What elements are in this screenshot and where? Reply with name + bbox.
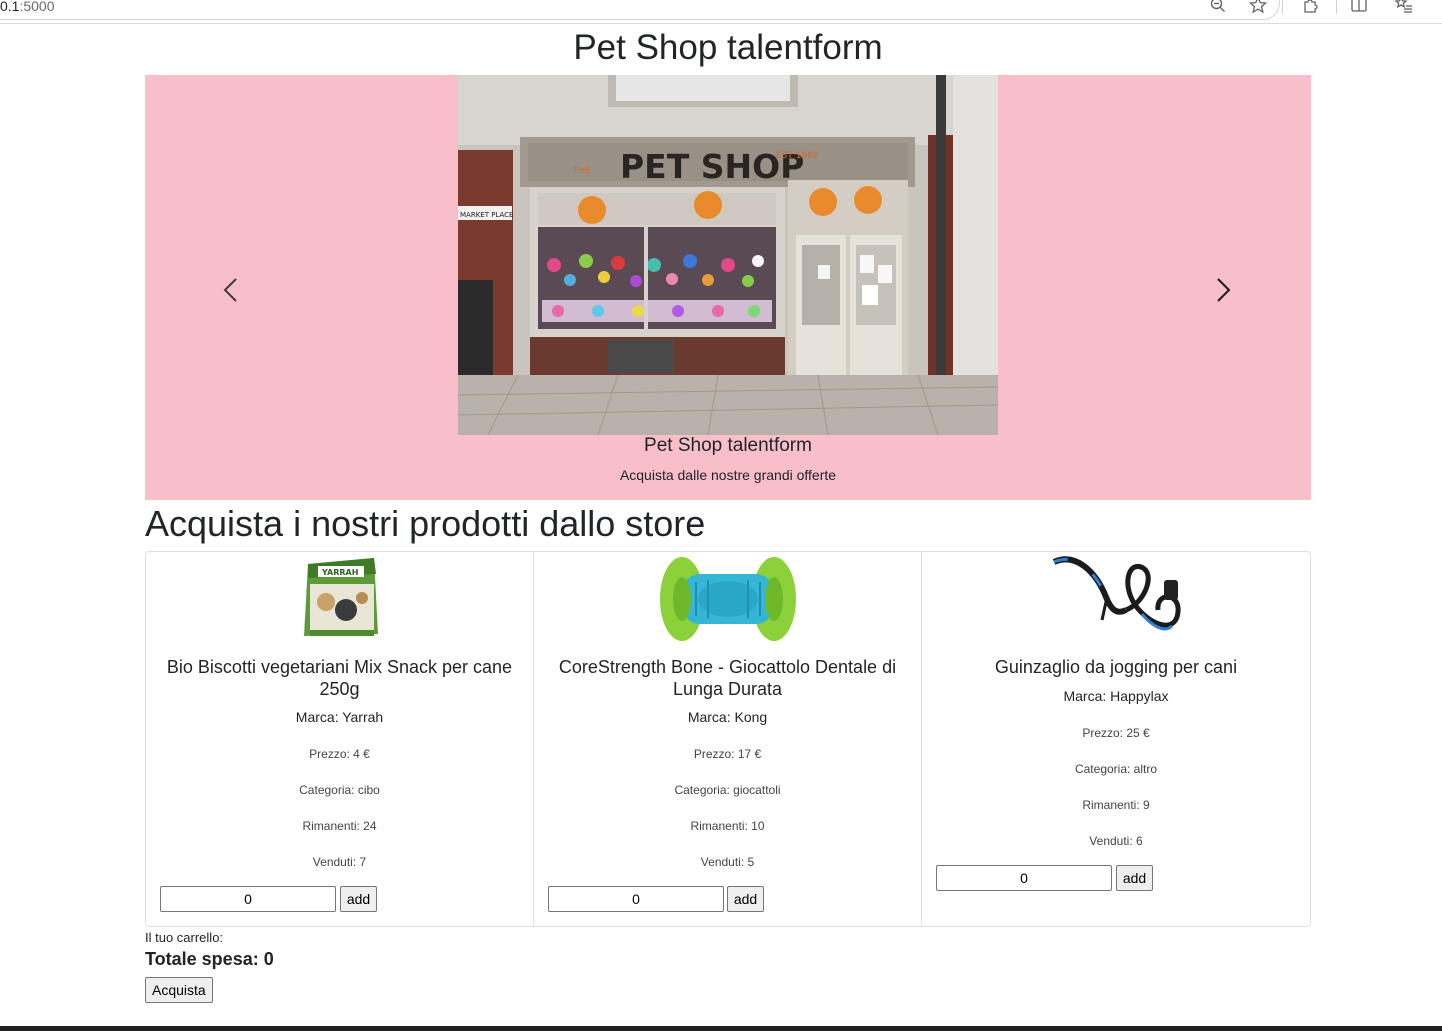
- svg-text:MARKET PLACE: MARKET PLACE: [460, 211, 513, 219]
- product-price: Prezzo: 17 €: [693, 747, 762, 761]
- taskbar-edge: [0, 1026, 1442, 1031]
- address-bar-url[interactable]: 0.1:5000: [0, 0, 55, 14]
- product-card: YARRAH Bio Biscotti vegetariani Mix Snac…: [146, 552, 534, 926]
- shop-front-photo: THE PET SHOP EST 1868 MARKET PLACE: [458, 75, 998, 435]
- hero-carousel: THE PET SHOP EST 1868 MARKET PLACE Pet S…: [145, 75, 1311, 500]
- add-to-cart-button[interactable]: add: [727, 886, 764, 912]
- quantity-input[interactable]: [160, 886, 336, 912]
- product-card: Guinzaglio da jogging per cani Marca: Ha…: [922, 552, 1310, 926]
- quantity-input[interactable]: [548, 886, 724, 912]
- product-category: Categoria: giocattoli: [674, 783, 781, 797]
- product-image: YARRAH: [146, 552, 533, 647]
- product-remaining: Rimanenti: 10: [690, 819, 765, 833]
- chevron-left-icon: [223, 278, 237, 302]
- product-remaining: Rimanenti: 24: [302, 819, 377, 833]
- star-icon[interactable]: [1248, 0, 1268, 14]
- carousel-next-button[interactable]: [1202, 270, 1242, 310]
- zoom-out-icon[interactable]: [1209, 0, 1227, 14]
- chevron-right-icon: [1217, 278, 1231, 302]
- svg-text:THE: THE: [572, 166, 591, 176]
- page-title: Pet Shop talentform: [573, 28, 883, 67]
- svg-text:YARRAH: YARRAH: [321, 568, 358, 577]
- quantity-input[interactable]: [936, 865, 1112, 891]
- product-sold: Venduti: 7: [312, 855, 367, 869]
- toolbar-divider: [1336, 0, 1337, 14]
- browser-toolbar: 0.1:5000: [0, 0, 1442, 24]
- product-category: Categoria: cibo: [299, 783, 380, 797]
- cart-total: Totale spesa: 0: [145, 949, 274, 969]
- add-to-cart-button[interactable]: add: [340, 886, 377, 912]
- toolbar-divider: [1282, 0, 1283, 14]
- product-price: Prezzo: 25 €: [1082, 726, 1150, 740]
- product-brand: Marca: Happylax: [1063, 688, 1169, 704]
- svg-text:EST 1868: EST 1868: [776, 151, 819, 161]
- product-category: Categoria: altro: [1074, 762, 1158, 776]
- product-grid: YARRAH Bio Biscotti vegetariani Mix Snac…: [145, 551, 1311, 927]
- product-brand: Marca: Kong: [687, 709, 768, 725]
- add-to-cart-button[interactable]: add: [1116, 865, 1153, 891]
- address-bar[interactable]: [0, 0, 1280, 20]
- extensions-icon[interactable]: [1302, 0, 1320, 14]
- product-price: Prezzo: 4 €: [309, 747, 370, 761]
- split-screen-icon[interactable]: [1350, 0, 1368, 14]
- product-image: [534, 552, 921, 647]
- buy-button[interactable]: Acquista: [145, 977, 213, 1003]
- favorites-icon[interactable]: [1394, 0, 1413, 14]
- product-brand: Marca: Yarrah: [295, 709, 384, 725]
- product-name: Guinzaglio da jogging per cani: [994, 657, 1238, 677]
- product-card: CoreStrength Bone - Giocattolo Dentale d…: [534, 552, 922, 926]
- carousel-prev-button[interactable]: [212, 270, 252, 310]
- product-name: CoreStrength Bone - Giocattolo Dentale d…: [558, 657, 897, 699]
- product-sold: Venduti: 5: [700, 855, 755, 869]
- carousel-caption-title: Pet Shop talentform: [644, 435, 812, 456]
- product-name: Bio Biscotti vegetariani Mix Snack per c…: [166, 657, 513, 699]
- product-image: [922, 552, 1310, 647]
- store-section-title: Acquista i nostri prodotti dallo store: [145, 503, 706, 544]
- product-remaining: Rimanenti: 9: [1082, 798, 1150, 812]
- carousel-caption-subtitle: Acquista dalle nostre grandi offerte: [619, 467, 837, 483]
- product-sold: Venduti: 6: [1089, 834, 1143, 848]
- cart-label: Il tuo carrello:: [145, 930, 224, 945]
